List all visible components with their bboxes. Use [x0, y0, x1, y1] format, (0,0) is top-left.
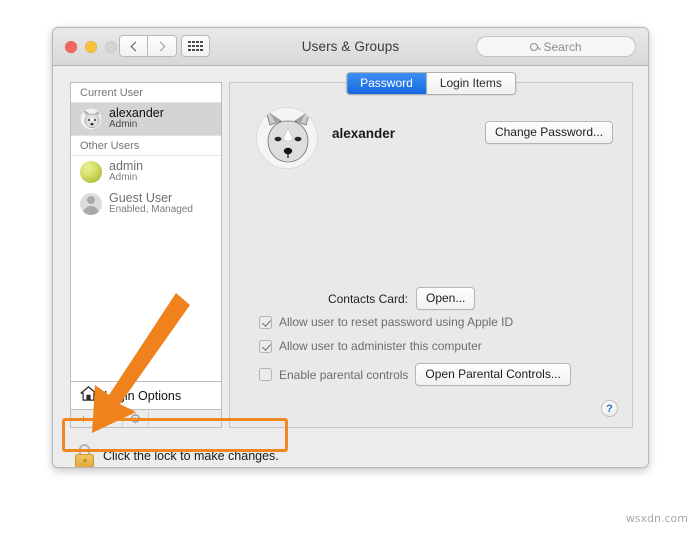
add-user-button[interactable]: + — [71, 410, 97, 427]
account-detail-panel: Password Login Items alexander Change Pa… — [229, 72, 633, 428]
change-password-button[interactable]: Change Password... — [484, 121, 613, 144]
search-placeholder: Search — [543, 39, 582, 54]
contacts-card-label: Contacts Card: — [327, 291, 408, 306]
search-icon — [530, 42, 539, 51]
checkbox-row-parental-controls[interactable]: Enable parental controls Open Parental C… — [259, 363, 571, 386]
tab-password[interactable]: Password — [347, 73, 426, 95]
search-field[interactable]: Search — [476, 36, 636, 57]
checkbox-row-administer-computer[interactable]: Allow user to administer this computer — [259, 339, 482, 353]
sidebar-item-name: admin — [109, 158, 144, 173]
group-header-other-users: Other Users — [71, 135, 221, 156]
window-titlebar: Users & Groups Search — [53, 28, 648, 66]
open-contacts-card-button[interactable]: Open... — [416, 287, 476, 310]
sidebar-item-admin[interactable]: admin Admin — [71, 156, 221, 188]
checkbox-reset-password[interactable] — [259, 315, 272, 329]
home-icon — [80, 385, 97, 406]
sidebar-item-login-options[interactable]: Login Options — [70, 382, 222, 410]
login-options-label: Login Options — [104, 388, 182, 403]
group-header-current-user: Current User — [71, 83, 221, 103]
green-ball-avatar-icon — [80, 161, 102, 183]
tab-bar: Password Login Items — [346, 72, 516, 96]
checkbox-label: Enable parental controls — [279, 367, 409, 382]
sidebar-item-role: Enabled, Managed — [109, 204, 193, 216]
sidebar-item-text: Guest User Enabled, Managed — [109, 190, 193, 216]
gear-icon[interactable]: ⚙ — [123, 410, 149, 427]
open-parental-controls-button[interactable]: Open Parental Controls... — [415, 363, 571, 386]
users-list: Current User alexander Admin Other Users… — [70, 82, 222, 382]
sidebar-item-role: Admin — [109, 119, 138, 131]
sidebar-item-name: Guest User — [109, 190, 173, 205]
contacts-card-row: Contacts Card: Open... — [230, 287, 632, 310]
checkbox-administer-computer[interactable] — [259, 339, 272, 353]
toolbar-filler — [149, 410, 221, 427]
watermark: wsxdn.com — [625, 512, 688, 525]
lock-button[interactable]: Click the lock to make changes. — [75, 444, 279, 467]
system-preferences-window: Users & Groups Search Current User alexa… — [52, 27, 649, 468]
sidebar-item-text: alexander Admin — [109, 105, 164, 131]
guest-silhouette-avatar-icon — [80, 193, 102, 215]
sidebar-item-alexander[interactable]: alexander Admin — [71, 103, 221, 135]
users-list-toolbar: + − ⚙ — [70, 410, 222, 428]
checkbox-enable-parental-controls[interactable] — [259, 368, 272, 381]
sidebar-item-guest-user[interactable]: Guest User Enabled, Managed — [71, 188, 221, 220]
tab-login-items[interactable]: Login Items — [425, 73, 515, 95]
account-avatar[interactable] — [256, 107, 318, 169]
checkbox-row-reset-password[interactable]: Allow user to reset password using Apple… — [259, 315, 513, 329]
sidebar-item-text: admin Admin — [109, 158, 144, 184]
window-body: Current User alexander Admin Other Users… — [53, 66, 648, 467]
lock-message: Click the lock to make changes. — [103, 449, 279, 463]
screenshot-root: Users & Groups Search Current User alexa… — [0, 0, 700, 534]
account-name: alexander — [332, 126, 396, 141]
checkbox-label: Allow user to reset password using Apple… — [279, 315, 514, 329]
remove-user-button[interactable]: − — [97, 410, 123, 427]
checkbox-label: Allow user to administer this computer — [279, 339, 482, 353]
fox-avatar-icon — [80, 108, 102, 130]
closed-lock-icon — [75, 444, 94, 467]
sidebar-item-role: Admin — [109, 172, 138, 184]
help-button[interactable]: ? — [601, 400, 618, 417]
sidebar-item-name: alexander — [109, 105, 164, 120]
